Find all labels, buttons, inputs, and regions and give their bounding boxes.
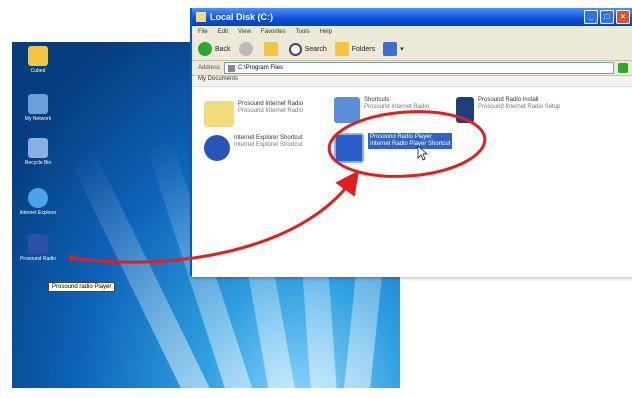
menu-help[interactable]: Help xyxy=(320,29,332,35)
views-icon xyxy=(383,42,398,56)
player-icon xyxy=(334,133,364,163)
menu-favorites[interactable]: Favorites xyxy=(261,29,286,35)
list-item[interactable]: Prosound Internet Radio Prosound Internet… xyxy=(204,101,303,127)
back-button[interactable]: Back xyxy=(198,42,231,56)
list-item-selected[interactable]: Prosound Radio Player Internet Radio Play… xyxy=(334,133,453,163)
minimize-button[interactable]: _ xyxy=(584,10,598,24)
forward-button[interactable] xyxy=(238,42,256,56)
file-list: Prosound Internet Radio Prosound Internet… xyxy=(192,87,632,277)
folder-icon xyxy=(334,42,349,56)
folder-icon xyxy=(204,101,234,127)
search-button[interactable]: Search xyxy=(288,42,327,56)
network-icon xyxy=(28,94,48,114)
menu-view[interactable]: View xyxy=(238,29,251,35)
desktop-icon-cubed[interactable]: Cubed xyxy=(18,46,58,74)
search-icon xyxy=(288,42,302,56)
menu-file[interactable]: File xyxy=(198,29,208,35)
forward-arrow-icon xyxy=(238,42,253,56)
app-icon xyxy=(28,234,48,254)
menu-tools[interactable]: Tools xyxy=(296,29,310,35)
up-folder-button[interactable] xyxy=(263,42,281,56)
title-bar[interactable]: Local Disk (C:) _ □ × xyxy=(192,8,632,26)
window-title: Local Disk (C:) xyxy=(210,12,274,22)
info-icon xyxy=(204,135,230,161)
folder-icon xyxy=(28,46,48,66)
browser-icon xyxy=(28,188,48,208)
back-arrow-icon xyxy=(198,42,212,56)
list-item[interactable]: Internet Explorer Shortcut Internet Explo… xyxy=(204,135,302,161)
drive-icon xyxy=(228,64,236,72)
address-bar: Address C:\Program Files xyxy=(192,61,632,76)
installer-icon xyxy=(456,97,474,123)
desktop-icon-network[interactable]: My Network xyxy=(18,94,58,122)
views-button[interactable]: ▾ xyxy=(383,42,404,56)
explorer-window[interactable]: Local Disk (C:) _ □ × File Edit View Fav… xyxy=(190,8,632,277)
desktop-icon-internet-explorer[interactable]: Internet Explorer xyxy=(18,188,58,216)
menu-bar: File Edit View Favorites Tools Help xyxy=(192,26,632,38)
address-input[interactable]: C:\Program Files xyxy=(224,62,614,74)
recycle-bin-icon xyxy=(28,138,48,158)
address-label: Address xyxy=(198,65,221,71)
shortcut-icon xyxy=(334,97,360,123)
folder-title: My Documents xyxy=(192,76,632,87)
desktop-icon-recycle-bin[interactable]: Recycle Bin xyxy=(18,138,58,166)
close-button[interactable]: × xyxy=(616,10,630,24)
list-item[interactable]: Prosound Radio Install Prosound Internet … xyxy=(456,97,560,123)
tooltip: Prosound radio Player xyxy=(48,282,116,292)
list-item[interactable]: Shortcuts Prosound Internet Radio xyxy=(334,97,429,123)
folders-button[interactable]: Folders xyxy=(334,42,375,56)
desktop-icon-prosound-radio[interactable]: Prosound Radio xyxy=(18,234,58,262)
up-folder-icon xyxy=(263,42,278,56)
go-button[interactable] xyxy=(618,63,628,73)
maximize-button[interactable]: □ xyxy=(600,10,614,24)
window-icon xyxy=(196,12,206,22)
toolbar: Back Search Folders ▾ xyxy=(192,38,632,61)
menu-edit[interactable]: Edit xyxy=(218,29,228,35)
